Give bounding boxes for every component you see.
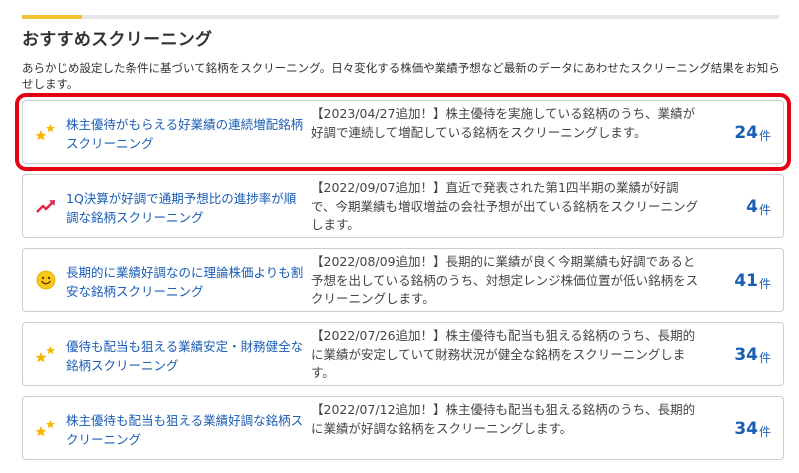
section-description: あらかじめ設定した条件に基づいて銘柄をスクリーニング。日々変化する株価や業績予想… [22,61,780,91]
result-count-unit: 件 [758,128,771,143]
screening-summary: 【2022/09/07追加！】直近で発表された第1四半期の業績が好調で、今期業績… [311,180,699,232]
screening-card[interactable]: 長期的に業績好調なのに理論株価よりも割安な銘柄スクリーニング 【2022/08/… [22,248,784,312]
section-top-rule-accent [22,15,82,19]
stars-icon [35,343,57,365]
stars-icon [35,417,57,439]
screening-summary: 【2022/07/12追加！】株主優待も配当も狙える銘柄のうち、長期的に業績が好… [311,402,696,436]
screening-name-link[interactable]: 株主優待がもらえる好業績の連続増配銘柄スクリーニング [66,115,306,153]
result-count-unit: 件 [758,202,771,217]
screening-card[interactable]: 優待も配当も狙える業績安定・財務健全な銘柄スクリーニング 【2022/07/26… [22,322,784,386]
result-count-unit: 件 [758,350,771,365]
result-count-number: 34 [734,345,758,365]
result-count: 34 件 [734,397,771,461]
screening-card[interactable]: 株主優待も配当も狙える業績好調な銘柄スクリーニング 【2022/07/12追加！… [22,396,784,460]
smiley-icon [35,269,57,291]
result-count-number: 34 [734,419,758,439]
result-count-number: 24 [734,123,758,143]
screening-summary: 【2022/07/26追加！】株主優待も配当も狙える銘柄のうち、長期的に業績が安… [311,328,696,380]
screening-card[interactable]: 1Q決算が好調で通期予想比の進捗率が順調な銘柄スクリーニング 【2022/09/… [22,174,784,238]
screening-summary: 【2022/08/09追加！】長期的に業績が良く今期業績も好調であると予想を出し… [311,254,699,306]
screening-card[interactable]: 株主優待がもらえる好業績の連続増配銘柄スクリーニング 【2023/04/27追加… [15,93,791,171]
result-count: 24 件 [734,101,771,165]
result-count: 34 件 [734,323,771,387]
screening-name-link[interactable]: 長期的に業績好調なのに理論株価よりも割安な銘柄スクリーニング [66,263,306,301]
screening-summary: 【2023/04/27追加！】株主優待を実施している銘柄のうち、業績が好調で連続… [311,106,696,140]
result-count: 4 件 [746,175,771,239]
screening-name-link[interactable]: 優待も配当も狙える業績安定・財務健全な銘柄スクリーニング [66,337,306,375]
result-count-unit: 件 [758,424,771,439]
result-count-number: 41 [734,271,758,291]
result-count-unit: 件 [758,276,771,291]
section-title: おすすめスクリーニング [22,30,213,50]
result-count-number: 4 [746,197,758,217]
screening-name-link[interactable]: 株主優待も配当も狙える業績好調な銘柄スクリーニング [66,411,306,449]
stars-icon [35,121,57,143]
screening-name-link[interactable]: 1Q決算が好調で通期予想比の進捗率が順調な銘柄スクリーニング [66,189,306,227]
screening-list: 株主優待がもらえる好業績の連続増配銘柄スクリーニング 【2023/04/27追加… [15,93,791,470]
trend-up-icon [35,195,57,217]
section-top-rule [22,15,779,19]
result-count: 41 件 [734,249,771,313]
